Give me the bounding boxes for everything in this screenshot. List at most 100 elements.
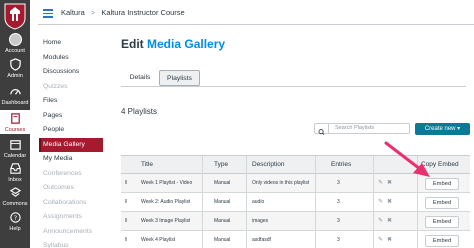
row-entries: 3 [337, 180, 340, 186]
hamburger-menu-icon[interactable] [43, 9, 53, 18]
edit-icon[interactable]: ✎ [378, 193, 383, 211]
university-logo-icon[interactable] [3, 2, 27, 30]
global-nav-label: Courses [4, 127, 26, 133]
embed-button[interactable]: Embed [425, 216, 459, 228]
row-type: Manual [214, 237, 231, 243]
avatar [8, 33, 22, 46]
global-nav-help[interactable]: ? Help [0, 211, 30, 233]
breadcrumb-course: Kaltura Instructor Course [101, 8, 185, 17]
course-nav-quizzes[interactable]: Quizzes [39, 80, 103, 95]
table-row: ‖ Week 3 Image Playlist Manual images 3 … [121, 212, 470, 231]
drag-handle-icon[interactable]: ‖ [125, 231, 127, 248]
column-header-entries[interactable]: Entries [331, 156, 351, 174]
row-entries: 3 [337, 237, 340, 243]
row-title[interactable]: Week 4 Playlist [141, 231, 175, 248]
edit-icon[interactable]: ✎ [378, 174, 383, 192]
course-nav-conferences[interactable]: Conferences [39, 167, 103, 182]
page-title-accent: Media Gallery [147, 37, 226, 51]
row-description: audio [252, 199, 265, 205]
row-type: Manual [214, 199, 231, 205]
row-description: images [252, 218, 269, 224]
global-nav-calendar[interactable]: Calendar [0, 138, 30, 160]
playlist-count: 4 Playlists [121, 107, 158, 116]
table-header-row: Title Type Description Entries Copy Embe… [121, 155, 470, 174]
table-row: ‖ Week 2: Audio Playlist Manual audio 3 … [121, 193, 470, 212]
column-header-copy-embed: Copy Embed [421, 161, 459, 168]
global-nav-admin[interactable]: Admin [0, 58, 30, 80]
column-header-type[interactable]: Type [214, 156, 228, 174]
row-title[interactable]: Week 3 Image Playlist [141, 212, 190, 230]
delete-icon[interactable]: ✖ [387, 231, 392, 248]
header-divider [38, 24, 474, 25]
global-nav-label: Calendar [3, 153, 27, 159]
global-nav-label: Dashboard [1, 100, 29, 106]
delete-icon[interactable]: ✖ [387, 174, 392, 192]
global-nav-label: Help [9, 226, 21, 232]
course-nav-announcements[interactable]: Announcements [39, 225, 103, 240]
course-nav-discussions[interactable]: Discussions [39, 65, 103, 80]
page-title: Edit Media Gallery [121, 37, 225, 51]
global-nav-commons[interactable]: Commons [0, 186, 30, 208]
global-nav-account[interactable]: Account [0, 33, 30, 55]
tab-playlists[interactable]: Playlists [159, 70, 200, 86]
course-nav-home[interactable]: Home [39, 36, 103, 51]
global-nav-courses[interactable]: Courses [0, 110, 30, 134]
search-icon [318, 129, 325, 135]
drag-handle-icon[interactable]: ‖ [125, 174, 127, 192]
breadcrumb-separator: > [90, 8, 96, 17]
book-icon [10, 113, 20, 124]
row-entries: 3 [337, 218, 340, 224]
dashboard-icon [9, 89, 21, 95]
embed-button[interactable]: Embed [425, 178, 459, 190]
commons-icon [9, 187, 21, 197]
course-nav-assignments[interactable]: Assignments [39, 210, 103, 225]
global-nav-label: Admin [7, 73, 23, 79]
course-nav-files[interactable]: Files [39, 94, 103, 109]
table-row: ‖ Week 4 Playlist Manual asdfasdf 3 ✎ ✖ … [121, 231, 470, 248]
course-nav-collaborations[interactable]: Collaborations [39, 196, 103, 211]
row-entries: 3 [337, 199, 340, 205]
row-description: Only videos in this playlist [252, 180, 310, 186]
course-nav: Home Modules Discussions Quizzes Files P… [39, 36, 103, 248]
row-title[interactable]: Week 2: Audio Playlist [141, 193, 190, 211]
edit-icon[interactable]: ✎ [378, 231, 383, 248]
row-description: asdfasdf [252, 237, 271, 243]
search-input[interactable]: Search Playlists [328, 123, 410, 134]
row-title[interactable]: Week 1 Playlist - Video [141, 174, 192, 192]
column-header-title[interactable]: Title [141, 156, 153, 174]
embed-button[interactable]: Embed [425, 235, 459, 247]
search-button[interactable] [314, 123, 328, 135]
svg-text:?: ? [13, 214, 16, 222]
course-nav-people[interactable]: People [39, 123, 103, 138]
delete-icon[interactable]: ✖ [387, 212, 392, 230]
global-nav-dashboard[interactable]: Dashboard [0, 85, 30, 107]
inbox-icon [9, 163, 21, 174]
row-type: Manual [214, 180, 231, 186]
course-nav-outcomes[interactable]: Outcomes [39, 181, 103, 196]
calendar-icon [9, 140, 21, 150]
tab-details[interactable]: Details [121, 70, 159, 86]
global-nav-label: Commons [2, 201, 28, 207]
embed-button[interactable]: Embed [425, 197, 459, 209]
drag-handle-icon[interactable]: ‖ [125, 193, 127, 211]
row-type: Manual [214, 218, 231, 224]
page-title-prefix: Edit [121, 37, 144, 51]
edit-icon[interactable]: ✎ [378, 212, 383, 230]
table-row: ‖ Week 1 Playlist - Video Manual Only vi… [121, 174, 470, 193]
course-nav-my-media[interactable]: My Media [39, 152, 103, 167]
global-nav-label: Account [5, 48, 25, 54]
global-nav: Account Admin Dashboard Courses Calendar [0, 0, 30, 248]
course-nav-syllabus[interactable]: Syllabus [39, 239, 103, 248]
course-nav-modules[interactable]: Modules [39, 51, 103, 66]
drag-handle-icon[interactable]: ‖ [125, 212, 127, 230]
course-nav-pages[interactable]: Pages [39, 109, 103, 124]
breadcrumb-root-link[interactable]: Kaltura [61, 8, 85, 17]
breadcrumb: Kaltura > Kaltura Instructor Course [61, 8, 185, 17]
shield-icon [9, 58, 21, 71]
create-new-button[interactable]: Create new ▾ [415, 123, 470, 135]
course-nav-media-gallery[interactable]: Media Gallery [39, 137, 103, 152]
column-header-description[interactable]: Description [252, 156, 285, 174]
global-nav-inbox[interactable]: Inbox [0, 162, 30, 184]
tab-divider [121, 86, 466, 87]
delete-icon[interactable]: ✖ [387, 193, 392, 211]
